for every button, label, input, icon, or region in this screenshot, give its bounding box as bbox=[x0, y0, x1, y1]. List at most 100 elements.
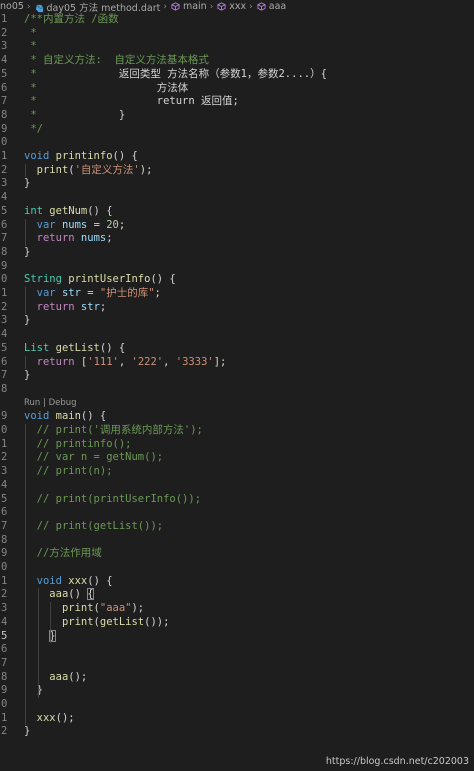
run-debug-codelens[interactable]: Run | Debug bbox=[24, 398, 77, 408]
code-line[interactable]: 9 */ bbox=[0, 123, 474, 137]
code-line[interactable]: 7 bbox=[0, 657, 474, 671]
code-line[interactable]: 1 // printinfo(); bbox=[0, 438, 474, 452]
code-line[interactable]: 2 print('自定义方法'); bbox=[0, 164, 474, 178]
line-number: 8 bbox=[1, 245, 8, 258]
code-line[interactable]: 6 * 方法体 bbox=[0, 82, 474, 96]
code-line[interactable]: 1 xxx(); bbox=[0, 712, 474, 726]
line-number: 0 bbox=[1, 136, 8, 149]
code-token: * bbox=[24, 40, 37, 53]
code-text: return nums; bbox=[24, 232, 113, 246]
code-line[interactable]: 4 * 自定义方法: 自定义方法基本格式 bbox=[0, 54, 474, 68]
code-line[interactable]: 8 bbox=[0, 383, 474, 397]
line-number: 0 bbox=[1, 424, 8, 436]
code-line[interactable]: 9 } bbox=[0, 684, 474, 698]
code-line[interactable]: 5 int getNum() { bbox=[0, 205, 474, 219]
line-number: 5 bbox=[1, 67, 8, 80]
code-line[interactable]: 3 * bbox=[0, 40, 474, 54]
code-line[interactable]: 2 * bbox=[0, 27, 474, 41]
breadcrumb-item[interactable]: no05 bbox=[0, 1, 24, 12]
code-line[interactable]: 1 /**内置方法 /函数 bbox=[0, 13, 474, 27]
breadcrumb-label: day05 方法 method.dart bbox=[46, 2, 161, 14]
code-token: aaa bbox=[49, 670, 69, 683]
code-token: var bbox=[36, 218, 56, 231]
code-line[interactable]: 3 // print(n); bbox=[0, 465, 474, 479]
code-text: int getNum() { bbox=[24, 205, 113, 219]
code-line[interactable]: 5 List getList() { bbox=[0, 342, 474, 356]
breadcrumb-item[interactable]: xxx bbox=[217, 1, 246, 12]
breadcrumb-label: xxx bbox=[229, 1, 247, 12]
code-line[interactable]: 6 var nums = 20; bbox=[0, 219, 474, 233]
breadcrumb-separator: › bbox=[209, 1, 214, 12]
code-line[interactable]: 7} bbox=[0, 369, 474, 383]
code-line[interactable]: 1 void printinfo() { bbox=[0, 150, 474, 164]
breadcrumb-item[interactable]: aaa bbox=[257, 1, 286, 12]
line-number: 8 bbox=[1, 108, 8, 121]
code-line[interactable]: 8 aaa(); bbox=[0, 671, 474, 685]
cube-icon bbox=[171, 2, 180, 11]
code-text: return ['111', '222', '3333']; bbox=[24, 355, 227, 370]
code-token: ; bbox=[106, 232, 113, 245]
code-token: * bbox=[24, 95, 37, 108]
line-number: 2 bbox=[1, 163, 8, 176]
code-line[interactable]: 8} bbox=[0, 246, 474, 260]
breadcrumb-label: main bbox=[182, 1, 207, 12]
code-line[interactable]: 5 // print(printUserInfo()); bbox=[0, 493, 474, 507]
code-text: void xxx() { bbox=[24, 575, 113, 589]
breadcrumb-item[interactable]: day05 方法 method.dart bbox=[35, 0, 161, 14]
code-token: () bbox=[68, 588, 88, 601]
code-line[interactable]: 3} bbox=[0, 314, 474, 328]
code-line[interactable]: 2 // var n = getNum(); bbox=[0, 451, 474, 465]
code-line[interactable]: 0 // print('调用系统内部方法'); bbox=[0, 424, 474, 438]
code-line[interactable]: 1 void xxx() { bbox=[0, 575, 474, 589]
code-line[interactable]: 6 bbox=[0, 506, 474, 520]
code-line[interactable]: 7 return nums; bbox=[0, 232, 474, 246]
indent-guide bbox=[25, 355, 26, 370]
code-line[interactable]: 5 } bbox=[0, 629, 474, 644]
code-text: } bbox=[24, 684, 43, 698]
code-line[interactable]: 4 print(getList()); bbox=[0, 616, 474, 630]
code-line[interactable]: 0 bbox=[0, 136, 474, 150]
line-number: 7 bbox=[1, 519, 8, 532]
code-line[interactable]: 8 bbox=[0, 534, 474, 548]
code-line[interactable]: 8 * } bbox=[0, 109, 474, 123]
code-line[interactable]: 0 bbox=[0, 561, 474, 575]
code-token: * bbox=[24, 108, 37, 121]
line-number: 5 bbox=[1, 492, 8, 505]
code-token: ]; bbox=[213, 355, 227, 368]
breadcrumb-item[interactable]: main bbox=[171, 1, 207, 12]
code-line[interactable]: 4 bbox=[0, 328, 474, 342]
line-number: 2 bbox=[1, 300, 8, 313]
code-editor[interactable]: 1/**内置方法 /函数 2 * 3 * 4 * 自定义方法: 自定义方法基本格式 5 … bbox=[0, 13, 474, 771]
code-line[interactable]: 2 aaa() { bbox=[0, 588, 474, 602]
code-token: } bbox=[24, 314, 31, 327]
code-line[interactable]: 4 bbox=[0, 191, 474, 205]
code-line[interactable]: 2 return str; bbox=[0, 301, 474, 315]
code-text: * bbox=[24, 40, 37, 54]
code-line[interactable]: 2} bbox=[0, 725, 474, 739]
code-token: '111' bbox=[87, 355, 119, 368]
code-line[interactable]: 3} bbox=[0, 177, 474, 191]
code-token: () { bbox=[99, 341, 126, 354]
code-token: } bbox=[36, 108, 126, 121]
code-line[interactable]: 1 var str = "护士的库"; bbox=[0, 287, 474, 301]
code-text: // var n = getNum(); bbox=[24, 451, 163, 465]
code-line[interactable]: 9 bbox=[0, 260, 474, 274]
code-line[interactable]: 3 print("aaa"); bbox=[0, 602, 474, 616]
code-line[interactable]: 5 * 返回类型 方法名称（参数1，参数2....）{ bbox=[0, 68, 474, 82]
code-line[interactable]: 0 String printUserInfo() { bbox=[0, 273, 474, 287]
code-line[interactable]: 6 return ['111', '222', '3333']; bbox=[0, 356, 474, 370]
code-line[interactable]: 9 void main() { bbox=[0, 410, 474, 424]
code-line[interactable]: 7 // print(getList()); bbox=[0, 520, 474, 534]
line-number: 4 bbox=[1, 478, 8, 491]
code-token: */ bbox=[24, 122, 43, 135]
code-line[interactable]: 0 bbox=[0, 698, 474, 712]
code-text: // print('调用系统内部方法'); bbox=[24, 424, 203, 438]
code-token: ; bbox=[154, 287, 161, 299]
code-line[interactable]: 4 bbox=[0, 479, 474, 493]
code-line[interactable]: 7 * return 返回值; bbox=[0, 95, 474, 109]
code-text: void printinfo() { bbox=[24, 150, 138, 164]
code-text: } bbox=[24, 177, 30, 191]
code-line[interactable]: 6 bbox=[0, 643, 474, 657]
code-line[interactable]: 9 //方法作用域 bbox=[0, 547, 474, 561]
